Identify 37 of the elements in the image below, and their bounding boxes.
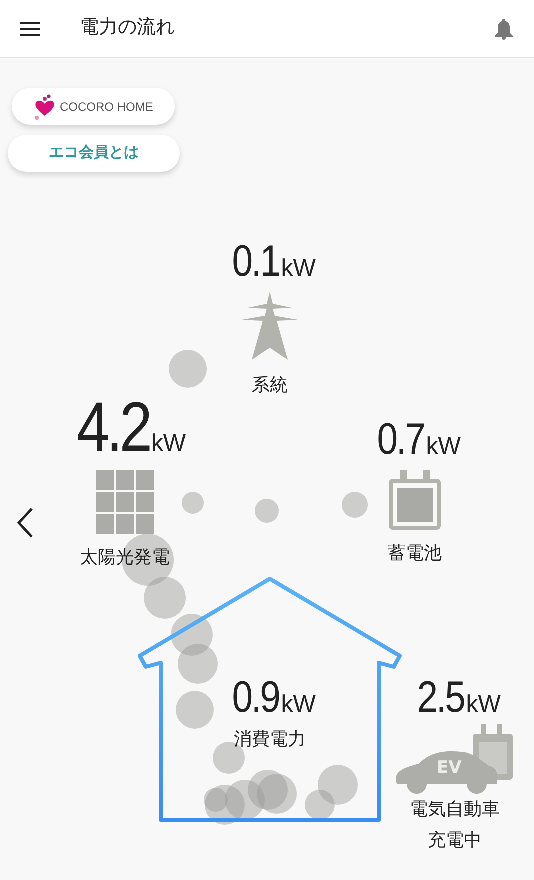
back-chevron-icon[interactable] bbox=[16, 507, 34, 539]
ev-label: EV bbox=[437, 760, 462, 777]
flow-bubble bbox=[182, 492, 204, 514]
flow-bubble bbox=[318, 765, 358, 805]
node-label: 電気自動車 bbox=[410, 798, 500, 820]
flow-bubble bbox=[305, 790, 335, 820]
node-label: 蓄電池 bbox=[388, 542, 442, 564]
bell-icon[interactable] bbox=[494, 18, 514, 40]
flow-bubble bbox=[257, 774, 297, 814]
battery-icon bbox=[389, 470, 441, 530]
node-label: 太陽光発電 bbox=[80, 546, 170, 568]
heart-logo-icon bbox=[34, 94, 56, 120]
flow-bubble bbox=[178, 644, 218, 684]
car-icon bbox=[396, 752, 498, 794]
power-value: 2.5 bbox=[417, 676, 464, 720]
power-value: 0.9 bbox=[232, 676, 280, 720]
node-label: 消費電力 bbox=[234, 728, 306, 750]
unit-label: kW bbox=[466, 693, 501, 717]
cocoro-home-button[interactable]: COCORO HOME bbox=[12, 88, 176, 125]
unit-label: kW bbox=[151, 432, 186, 456]
unit-label: kW bbox=[281, 257, 316, 281]
page-title: 電力の流れ bbox=[80, 16, 175, 40]
power-value: 0.1 bbox=[232, 240, 280, 284]
power-value: 4.2 bbox=[76, 392, 150, 462]
power-value: 0.7 bbox=[377, 418, 424, 462]
solar-panel-icon bbox=[96, 470, 154, 534]
charging-status: 充電中 bbox=[428, 828, 482, 851]
node-label: 系統 bbox=[252, 374, 288, 396]
flow-bubble bbox=[176, 691, 214, 729]
flow-bubble bbox=[171, 614, 213, 656]
flow-bubble bbox=[144, 577, 186, 619]
flow-bubble bbox=[169, 350, 207, 388]
flow-bubble bbox=[342, 492, 368, 518]
unit-label: kW bbox=[426, 435, 461, 459]
menu-icon[interactable] bbox=[20, 20, 40, 36]
flow-bubble bbox=[255, 499, 279, 523]
unit-label: kW bbox=[281, 693, 316, 717]
